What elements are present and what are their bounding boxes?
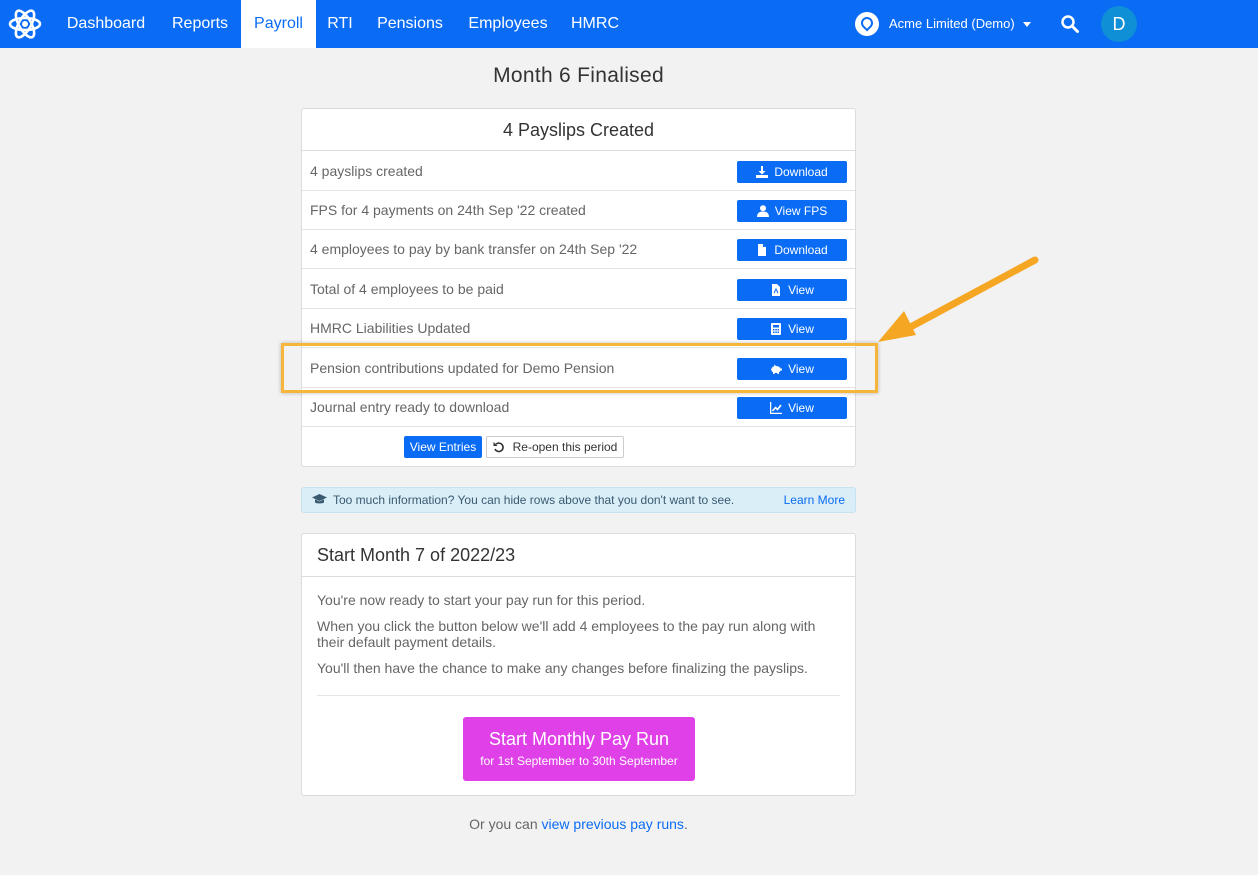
row-label: Journal entry ready to download — [310, 399, 510, 415]
summary-row: FPS for 4 payments on 24th Sep '22 creat… — [302, 191, 855, 230]
start-paragraph-3: You'll then have the chance to make any … — [317, 660, 808, 676]
undo-icon — [493, 442, 504, 453]
nav-employees[interactable]: Employees — [460, 0, 556, 48]
row-label: 4 payslips created — [310, 163, 423, 179]
location-pin-icon — [855, 12, 879, 36]
payslips-summary-card: 4 Payslips Created 4 payslips created Do… — [301, 108, 856, 467]
info-message: Too much information? You can hide rows … — [333, 493, 735, 507]
start-paragraph-1: You're now ready to start your pay run f… — [317, 592, 646, 608]
annotation-arrow-icon — [878, 256, 1039, 342]
row-label: FPS for 4 payments on 24th Sep '22 creat… — [310, 202, 586, 218]
summary-row: Journal entry ready to download View — [302, 388, 855, 427]
start-pay-run-card: Start Month 7 of 2022/23 You're now read… — [301, 533, 856, 796]
view-fps-button[interactable]: View FPS — [737, 200, 847, 222]
summary-row: 4 employees to pay by bank transfer on 2… — [302, 230, 855, 269]
pdf-file-icon — [772, 284, 781, 296]
summary-footer: View Entries Re-open this period — [302, 427, 855, 467]
page-title: Month 6 Finalised — [493, 64, 664, 87]
nav-pensions[interactable]: Pensions — [368, 0, 452, 48]
user-avatar[interactable]: D — [1101, 6, 1137, 42]
start-button-subtitle: for 1st September to 30th September — [480, 754, 678, 768]
view-payments-button[interactable]: View — [737, 279, 847, 301]
info-alert: Too much information? You can hide rows … — [301, 487, 856, 513]
learn-more-link[interactable]: Learn More — [784, 488, 845, 512]
nav-dashboard[interactable]: Dashboard — [56, 0, 156, 48]
or-prefix: Or you can — [469, 816, 538, 832]
file-icon — [758, 244, 767, 256]
view-journal-button[interactable]: View — [737, 397, 847, 419]
nav-rti[interactable]: RTI — [320, 0, 360, 48]
download-icon — [756, 166, 769, 178]
search-icon[interactable] — [1060, 14, 1080, 34]
summary-row: 4 payslips created Download — [302, 152, 855, 191]
divider — [317, 695, 840, 696]
view-previous-pay-runs-link[interactable]: view previous pay runs — [542, 816, 684, 832]
graduation-cap-icon — [312, 494, 327, 504]
nav-reports[interactable]: Reports — [160, 0, 240, 48]
start-button-label: Start Monthly Pay Run — [488, 729, 670, 749]
download-payslips-button[interactable]: Download — [737, 161, 847, 183]
row-label: Total of 4 employees to be paid — [310, 281, 504, 297]
atom-logo-icon[interactable] — [8, 7, 42, 41]
reopen-period-button[interactable]: Re-open this period — [486, 436, 624, 458]
view-liabilities-button[interactable]: View — [737, 318, 847, 340]
start-paragraph-2: When you click the button below we'll ad… — [317, 618, 816, 650]
user-icon — [756, 205, 769, 217]
summary-title: 4 Payslips Created — [302, 109, 855, 151]
company-name: Acme Limited (Demo) — [889, 16, 1015, 31]
previous-pay-runs-line: Or you can view previous pay runs. — [302, 816, 855, 832]
calculator-icon — [771, 323, 782, 335]
nav-hmrc[interactable]: HMRC — [564, 0, 626, 48]
top-navbar: Dashboard Reports Payroll RTI Pensions E… — [0, 0, 1258, 48]
row-label: 4 employees to pay by bank transfer on 2… — [310, 241, 638, 257]
start-monthly-pay-run-button[interactable]: Start Monthly Pay Run for 1st September … — [463, 717, 695, 781]
view-entries-button[interactable]: View Entries — [404, 436, 482, 458]
start-card-title: Start Month 7 of 2022/23 — [302, 534, 855, 577]
or-suffix: . — [683, 816, 688, 832]
highlight-box — [281, 343, 878, 393]
chart-icon — [770, 402, 783, 414]
caret-down-icon — [1023, 22, 1031, 27]
nav-payroll[interactable]: Payroll — [241, 0, 316, 48]
download-bank-file-button[interactable]: Download — [737, 239, 847, 261]
summary-row: Total of 4 employees to be paid View — [302, 270, 855, 309]
